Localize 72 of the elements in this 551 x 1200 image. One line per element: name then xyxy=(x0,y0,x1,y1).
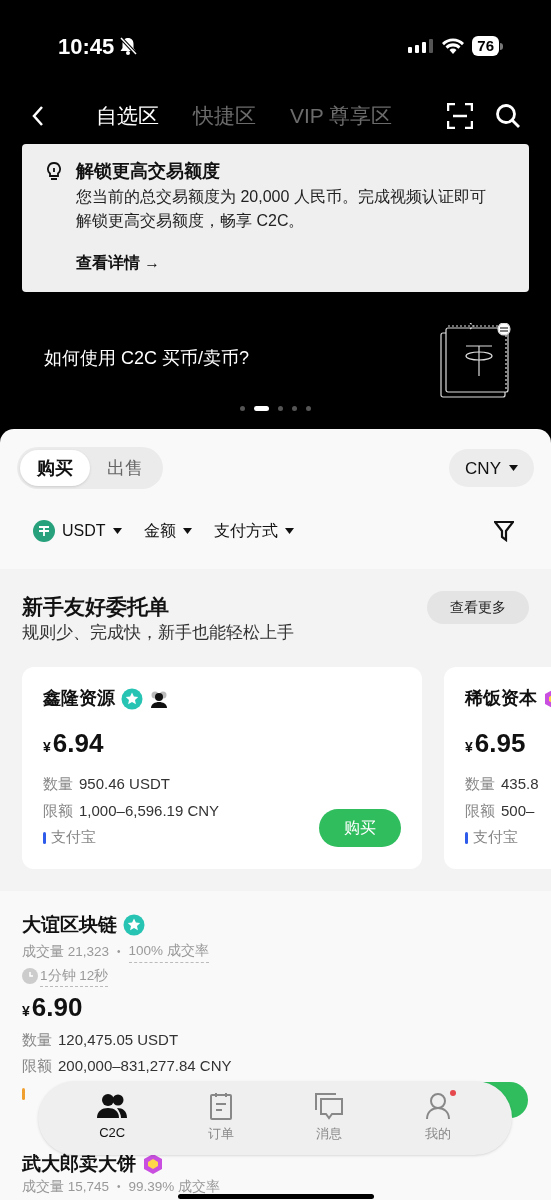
header-tab[interactable]: VIP 尊享区 xyxy=(290,100,393,132)
section-title: 新手友好委托单 xyxy=(22,594,170,621)
merchant-name: 武大郎卖大饼 xyxy=(22,1151,136,1176)
field-label: 限额 xyxy=(465,800,495,821)
completion-rate: 99.39% 成交率 xyxy=(128,1179,221,1196)
wifi-icon xyxy=(441,37,466,55)
offer-card[interactable]: 鑫隆资源 ¥6.94 数量 950.46 USDT 限额 1,000–6,596.19 CNY 支付宝 购买 xyxy=(22,667,422,869)
notice-title: 解锁更高交易额度 xyxy=(76,160,221,183)
scan-icon[interactable] xyxy=(447,103,473,129)
filter-dropdown[interactable]: 支付方式 xyxy=(213,519,294,544)
section-subtitle: 规则少、完成快，新手也能轻松上手 xyxy=(22,622,294,645)
chat-icon xyxy=(314,1092,345,1121)
currency-symbol: ¥ xyxy=(465,738,473,758)
star-badge-icon xyxy=(121,687,143,710)
coin-icon xyxy=(33,520,55,543)
separator-dot: • xyxy=(117,945,121,960)
caret-icon xyxy=(509,465,518,472)
banner-text[interactable]: 如何使用 C2C 买币/卖币? xyxy=(44,345,250,373)
currency-dropdown[interactable]: CNY xyxy=(449,449,534,488)
payment-method: 支付宝 xyxy=(473,827,518,848)
price: 6.95 xyxy=(474,727,526,761)
clipboard-icon xyxy=(208,1092,233,1121)
search-icon[interactable] xyxy=(495,103,521,129)
header-tab[interactable]: 自选区 xyxy=(96,100,159,132)
price: 6.94 xyxy=(52,727,104,761)
offer-card[interactable]: 稀饭资本 ¥6.95 数量 435.8 限额 500– 支付宝 xyxy=(444,667,551,869)
quantity-value: 435.8 xyxy=(501,774,539,795)
field-label: 限额 xyxy=(43,800,73,821)
caret-icon xyxy=(112,528,122,535)
user-icon xyxy=(424,1092,451,1121)
merchant-name: 稀饭资本 xyxy=(465,687,537,711)
completion-rate: 100% 成交率 xyxy=(128,941,209,963)
trade-tab[interactable]: 购买 xyxy=(20,450,90,487)
details-link[interactable]: 查看详情 → xyxy=(76,251,499,275)
bell-muted-icon xyxy=(118,36,139,56)
limit-value: 200,000–831,277.84 CNY xyxy=(58,1056,232,1077)
signal-icon xyxy=(408,37,435,55)
trade-volume: 成交量 15,745 xyxy=(22,1179,110,1196)
filter-dropdown[interactable]: 金额 xyxy=(143,519,192,544)
clock-icon xyxy=(22,968,38,985)
status-time: 10:45 xyxy=(58,32,115,61)
back-icon[interactable] xyxy=(30,105,46,127)
field-label: 数量 xyxy=(465,774,495,795)
merchant-name: 鑫隆资源 xyxy=(43,687,115,711)
field-label: 数量 xyxy=(22,1029,52,1050)
separator-dot: • xyxy=(117,1180,121,1195)
notice-text: 您当前的总交易额度为 20,000 人民币。完成视频认证即可解锁更高交易额度，畅享 C2C。 xyxy=(76,187,487,231)
quantity-value: 950.46 USDT xyxy=(79,774,170,795)
merchant-name: 大谊区块链 xyxy=(22,912,117,937)
field-label: 数量 xyxy=(43,774,73,795)
caret-icon xyxy=(182,528,192,535)
quantity-value: 120,475.05 USDT xyxy=(58,1029,179,1050)
payment-method: 支付宝 xyxy=(51,827,96,848)
trade-volume: 成交量 21,323 xyxy=(22,942,110,961)
currency-symbol: ¥ xyxy=(43,738,51,758)
caret-icon xyxy=(284,528,294,535)
filter-icon[interactable] xyxy=(494,520,514,543)
trade-tab[interactable]: 出售 xyxy=(90,450,160,487)
hexagon-badge-icon xyxy=(142,1153,164,1175)
filter-dropdown[interactable]: USDT xyxy=(33,519,122,544)
users-icon xyxy=(97,1093,128,1120)
limit-value: 500– xyxy=(501,800,535,821)
limit-value: 1,000–6,596.19 CNY xyxy=(79,800,220,821)
header-tab[interactable]: 快捷区 xyxy=(193,100,256,132)
price: 6.90 xyxy=(31,990,83,1023)
lightbulb-icon xyxy=(46,162,62,182)
nav-item[interactable]: C2C xyxy=(77,1093,148,1143)
view-more-button[interactable]: 查看更多 xyxy=(427,591,529,625)
currency-symbol: ¥ xyxy=(22,1001,30,1021)
field-label: 限额 xyxy=(22,1056,52,1077)
star-badge-icon xyxy=(123,914,145,936)
pay-time: 1分钟 12秒 xyxy=(40,965,109,987)
